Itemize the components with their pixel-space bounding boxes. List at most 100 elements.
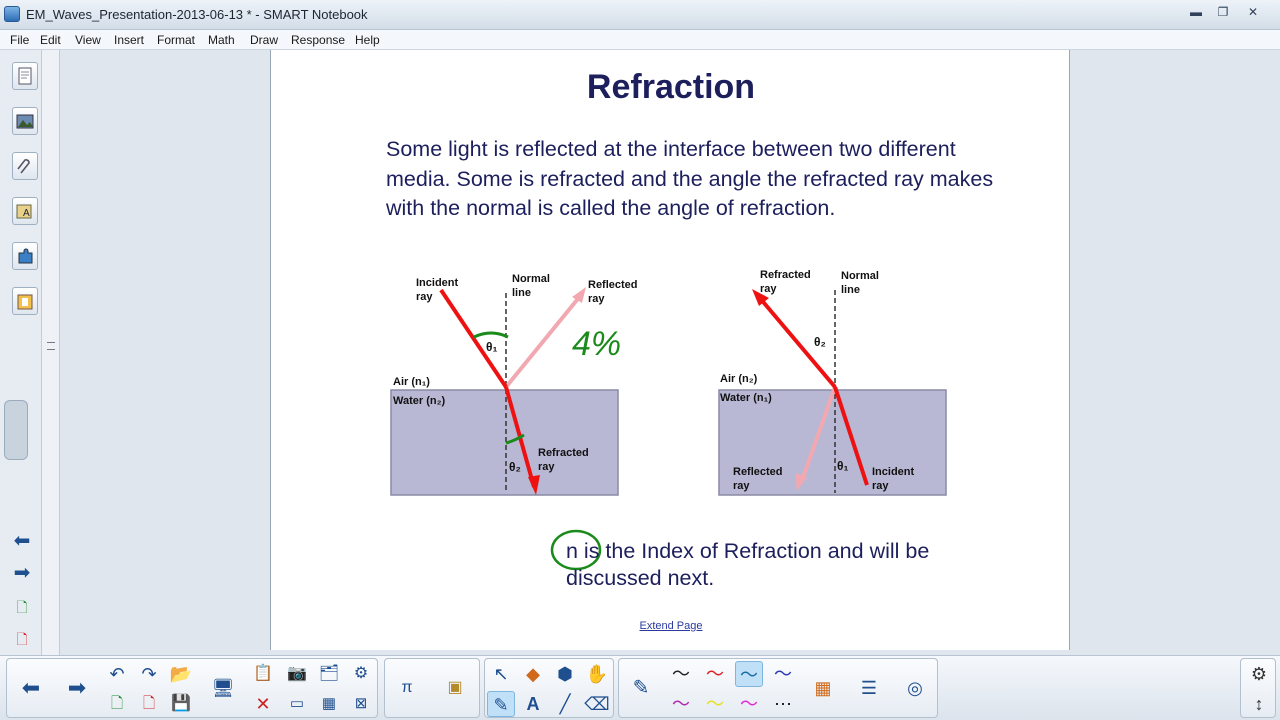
menu-file[interactable]: File (10, 33, 29, 47)
pens-icon[interactable]: ✎ (487, 691, 515, 717)
slide-footnote: n is the Index of Refraction and will be… (566, 539, 930, 590)
redo-icon[interactable]: ↷ (135, 661, 163, 687)
toolbar-group-pens: ✎ 〜 〜 〜 〜 〜 〜 〜 ⋯ ▦ ☰ ◎ (618, 658, 938, 718)
toolbar-group-math: π ▣ (384, 658, 480, 718)
settings-gear-icon[interactable]: ⚙ (1245, 661, 1273, 687)
move-toolbar-icon[interactable]: ↕ (1245, 691, 1273, 717)
next-page-icon[interactable]: ➡ (8, 560, 36, 586)
lesson-activity-icon[interactable] (12, 287, 38, 315)
eraser-icon[interactable]: ⌫ (583, 691, 611, 717)
transparency-icon[interactable]: ◎ (901, 675, 929, 701)
svg-text:A: A (23, 208, 30, 219)
delete-icon[interactable]: ✕ (249, 691, 277, 717)
water-region (718, 389, 947, 496)
pen-navy-icon[interactable]: 〜 (769, 661, 797, 687)
maximize-button[interactable]: ❐ (1210, 3, 1236, 21)
page-sorter-icon[interactable] (12, 62, 38, 90)
theta2-label: θ₂ (814, 335, 826, 349)
forward-arrow-icon[interactable]: ➡ (63, 675, 91, 701)
text-icon[interactable]: A (519, 691, 547, 717)
refraction-diagram-left: Incident ray Normal line Reflected ray θ₁ A… (390, 273, 638, 496)
menu-draw[interactable]: Draw (250, 33, 278, 47)
smart-notebook-app-icon (4, 6, 20, 22)
incident-ray-label: Incident ray (416, 277, 459, 303)
full-screen-icon[interactable]: ▭ (283, 691, 311, 717)
menu-response[interactable]: Response (291, 33, 345, 47)
menu-format[interactable]: Format (157, 33, 195, 47)
undo-icon[interactable]: ↶ (103, 661, 131, 687)
normal-line-label: Normal line (841, 270, 879, 296)
open-file-icon[interactable]: 📂 (167, 661, 195, 687)
air-label: Air (n₂) (720, 373, 758, 385)
refraction-diagram-right: Refracted ray Normal line θ₂ Air (n₂) Wate… (718, 269, 947, 496)
attachments-icon[interactable] (12, 152, 38, 180)
theta1-ink-mark (473, 331, 509, 339)
pen-tool-icon[interactable]: ✎ (627, 675, 655, 701)
pen-yellow-icon[interactable]: 〜 (701, 691, 729, 717)
side-panel-handle[interactable] (4, 400, 28, 460)
delete-page-icon[interactable]: 🗋 (135, 691, 163, 717)
add-page-icon[interactable]: 🗋 (103, 691, 131, 717)
pen-black-icon[interactable]: 〜 (667, 661, 695, 687)
previous-page-icon[interactable]: ⬅ (8, 528, 36, 554)
pen-magenta-icon[interactable]: 〜 (735, 691, 763, 717)
lesson-activity-icon[interactable]: ▣ (441, 675, 469, 701)
save-icon[interactable]: 💾 (167, 691, 195, 717)
table-icon[interactable]: ▦ (315, 691, 343, 717)
reflected-ray-label: Reflected ray (588, 279, 638, 305)
slide-title: Refraction (586, 68, 756, 106)
menu-view[interactable]: View (75, 33, 101, 47)
bottom-toolbar: ⬅ ➡ ↶ ↷ 📂 🗋 🗋 💾 🖥 📋 📷 🗂 ⚙ ✕ ▭ ▦ ⊠ π ▣ ↖ … (0, 655, 1280, 720)
side-tab-bar: A ⬅ ➡ 🗋 🗋 (0, 50, 42, 655)
menu-help[interactable]: Help (355, 33, 380, 47)
water-label: Water (n₂) (393, 395, 445, 407)
reflected-ray (504, 293, 583, 389)
screen-shade-icon[interactable]: 📷 (283, 661, 311, 687)
pen-dashed-icon[interactable]: ⋯ (769, 691, 797, 717)
theta1-label: θ₁ (486, 340, 497, 354)
back-arrow-icon[interactable]: ⬅ (17, 675, 45, 701)
minimize-button[interactable]: ▬ (1183, 3, 1209, 21)
addons-icon[interactable] (12, 242, 38, 270)
delete-page-icon[interactable]: 🗋 (8, 626, 36, 652)
add-page-icon[interactable]: 🗋 (8, 594, 36, 620)
menu-math[interactable]: Math (208, 33, 235, 47)
magic-pen-icon[interactable]: ⚙ (347, 661, 375, 687)
shapes-icon[interactable]: ◆ (519, 661, 547, 687)
pen-blue-icon[interactable]: 〜 (735, 661, 763, 687)
color-palette-icon[interactable]: ▦ (809, 675, 837, 701)
select-pointer-icon[interactable]: ↖ (487, 661, 515, 687)
properties-icon[interactable]: ✋ (583, 661, 611, 687)
menu-insert[interactable]: Insert (114, 33, 144, 47)
fill-icon[interactable]: ⬢ (551, 661, 579, 687)
line-icon[interactable]: ╱ (551, 691, 579, 717)
slide-body-text: Some light is reflected at the interface… (386, 137, 994, 220)
menu-edit[interactable]: Edit (40, 33, 61, 47)
refracted-ray-label: Refracted ray (760, 269, 811, 295)
air-label: Air (n₁) (393, 376, 430, 388)
menu-bar: File Edit View Insert Format Math Draw R… (0, 30, 1280, 50)
normal-line-label: Normal line (512, 273, 550, 299)
pen-purple-icon[interactable]: 〜 (667, 691, 695, 717)
line-style-icon[interactable]: ☰ (855, 675, 883, 701)
workspace: Refraction Some light is reflected at th… (60, 50, 1280, 655)
toolbar-group-select: ↖ ◆ ⬢ ✋ ✎ A ╱ ⌫ (484, 658, 614, 718)
slide-page[interactable]: Refraction Some light is reflected at th… (270, 50, 1070, 650)
theta2-label: θ₂ (509, 460, 521, 474)
close-table-icon[interactable]: ⊠ (347, 691, 375, 717)
gallery-icon[interactable] (12, 107, 38, 135)
toolbar-group-settings: ⚙ ↕ (1240, 658, 1276, 718)
screen-capture-icon[interactable]: 🖥 (209, 675, 237, 701)
side-scrollbar[interactable] (42, 50, 60, 655)
properties-icon[interactable]: A (12, 197, 38, 225)
document-camera-icon[interactable]: 🗂 (315, 661, 343, 687)
water-label: Water (n₁) (720, 392, 772, 404)
toolbar-group-page: ⬅ ➡ ↶ ↷ 📂 🗋 🗋 💾 🖥 📋 📷 🗂 ⚙ ✕ ▭ ▦ ⊠ (6, 658, 378, 718)
math-pi-icon[interactable]: π (393, 675, 421, 701)
paste-icon[interactable]: 📋 (249, 661, 277, 687)
scroll-grip[interactable] (47, 342, 55, 350)
theta1-label: θ₁ (837, 459, 848, 473)
extend-page-link[interactable]: Extend Page (271, 620, 1071, 632)
pen-red-icon[interactable]: 〜 (701, 661, 729, 687)
close-button[interactable]: ✕ (1240, 3, 1266, 21)
